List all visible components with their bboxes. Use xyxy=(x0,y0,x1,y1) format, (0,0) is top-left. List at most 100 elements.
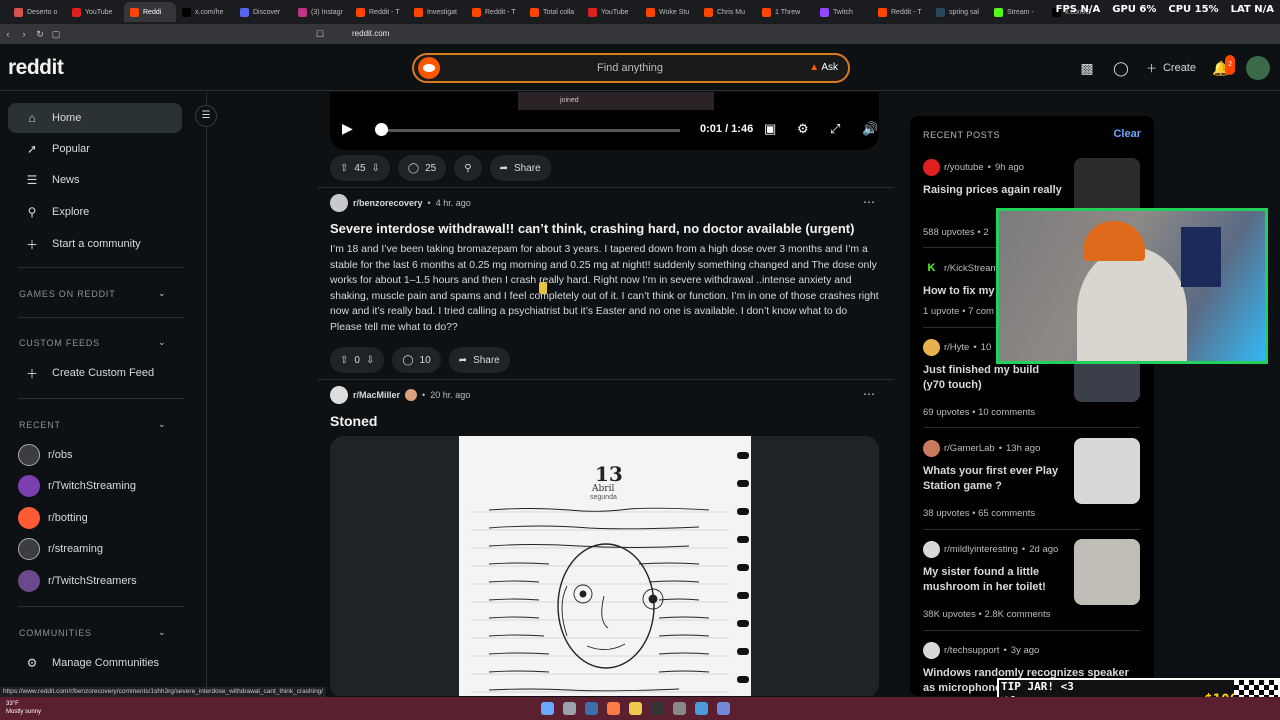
browser-tab[interactable]: Investigat xyxy=(408,2,466,22)
chevron-down-icon[interactable]: ⌄ xyxy=(158,288,166,299)
discord-icon[interactable] xyxy=(717,702,730,715)
upvote-icon[interactable]: ⇧ xyxy=(340,163,348,174)
chat-icon[interactable]: ◯ xyxy=(1112,59,1130,77)
recent-post-thumbnail[interactable] xyxy=(1074,438,1140,504)
recent-post-sub[interactable]: r/mildlyinteresting xyxy=(944,544,1018,555)
chevron-down-icon[interactable]: ⌄ xyxy=(158,419,166,430)
notification-icon[interactable]: 🔔 2 xyxy=(1212,55,1235,77)
browser-tab[interactable]: 1 Threw xyxy=(756,2,814,22)
post-macmiller[interactable]: r/MacMiller • 20 hr. ago ⋯ Stoned xyxy=(330,385,879,429)
recent-post-thumbnail[interactable] xyxy=(1074,539,1140,605)
recent-post-sub[interactable]: r/Hyte xyxy=(944,342,969,353)
browser-tab[interactable]: Total colla xyxy=(524,2,582,22)
downvote-icon[interactable]: ⇩ xyxy=(372,163,380,174)
obs-icon[interactable] xyxy=(651,702,664,715)
browser-tab[interactable]: Stream - xyxy=(988,2,1046,22)
sidebar-item-start-community[interactable]: ＋ Start a community xyxy=(8,229,182,259)
clear-button[interactable]: Clear xyxy=(1113,128,1141,140)
chevron-down-icon[interactable]: ⌄ xyxy=(158,337,166,348)
volume-icon[interactable]: 🔊 xyxy=(862,121,878,137)
recent-post-title[interactable]: Whats your first ever Play Station game … xyxy=(923,464,1063,494)
browser-tab[interactable]: x.com/he xyxy=(176,2,234,22)
app-icon[interactable] xyxy=(695,702,708,715)
post-benzorecovery[interactable]: r/benzorecovery • 4 hr. ago ⋯ Severe int… xyxy=(330,193,879,336)
ask-button[interactable]: ▲ Ask xyxy=(809,62,838,73)
video-player[interactable]: joined ▶ 0:01 / 1:46 ▣ ⚙ ⤢ 🔊 xyxy=(330,92,879,150)
browser-tab[interactable]: Discover xyxy=(234,2,292,22)
browser-tab[interactable]: Reddit - T xyxy=(466,2,524,22)
collapse-sidebar-icon[interactable]: ☰ xyxy=(195,105,217,127)
weather-widget[interactable]: 33°F Mostly sunny xyxy=(6,700,41,716)
play-icon[interactable]: ▶ xyxy=(342,120,353,137)
custom-feeds-heading[interactable]: CUSTOM FEEDS xyxy=(19,338,100,348)
url-field[interactable]: reddit.com xyxy=(352,29,389,38)
more-options-icon[interactable]: ⋯ xyxy=(863,195,875,209)
browser-tab[interactable]: Reddi xyxy=(124,2,176,22)
games-heading[interactable]: GAMES ON REDDIT xyxy=(19,289,116,299)
sidebar-toggle-icon[interactable]: ▢ xyxy=(48,29,64,40)
post-title[interactable]: Stoned xyxy=(330,413,879,429)
browser-tab[interactable]: YouTube xyxy=(66,2,124,22)
post-title[interactable]: Severe interdose withdrawal!! can’t thin… xyxy=(330,221,879,236)
browser-tab[interactable]: Twitch xyxy=(814,2,872,22)
browser-tab[interactable]: Woke Stu xyxy=(640,2,698,22)
recent-post-sub[interactable]: r/techsupport xyxy=(944,645,999,656)
comments-button[interactable]: ◯ 25 xyxy=(397,155,447,181)
video-progress-knob[interactable] xyxy=(375,123,388,136)
browser-tab[interactable]: Deserto o xyxy=(8,2,66,22)
manage-communities[interactable]: ⚙ Manage Communities xyxy=(8,648,182,678)
recent-post-title[interactable]: Just finished my build (y70 touch) xyxy=(923,363,1063,393)
sidebar-item-r-twitchstreamers[interactable]: r/TwitchStreamers xyxy=(8,566,182,596)
subreddit-name[interactable]: r/benzorecovery xyxy=(353,198,423,208)
ad-icon[interactable]: ▩ xyxy=(1078,59,1096,77)
search-icon[interactable] xyxy=(563,702,576,715)
browser-tab[interactable]: YouTube xyxy=(582,2,640,22)
captions-icon[interactable]: ▣ xyxy=(764,121,776,137)
downvote-icon[interactable]: ⇩ xyxy=(366,355,374,366)
subreddit-name[interactable]: r/MacMiller xyxy=(353,390,400,400)
recent-post-sub[interactable]: r/youtube xyxy=(944,162,984,173)
share-button[interactable]: ➦ Share xyxy=(489,155,551,181)
recent-post-title[interactable]: My sister found a little mushroom in her… xyxy=(923,565,1063,595)
recent-post-sub[interactable]: r/KickStream xyxy=(944,263,998,274)
video-progress-track[interactable] xyxy=(380,129,680,132)
forward-icon[interactable]: › xyxy=(16,29,32,39)
recent-heading[interactable]: RECENT xyxy=(19,420,61,430)
reddit-logo[interactable]: reddit xyxy=(8,56,64,80)
steam-icon[interactable] xyxy=(585,702,598,715)
browser-tab[interactable]: Chris Mu xyxy=(698,2,756,22)
sidebar-item-news[interactable]: ☰ News xyxy=(8,165,182,195)
reload-icon[interactable]: ↻ xyxy=(32,29,48,40)
settings-icon[interactable]: ⚙ xyxy=(797,121,809,137)
bookmark-icon[interactable]: ☐ xyxy=(312,29,328,40)
more-options-icon[interactable]: ⋯ xyxy=(863,387,875,401)
comments-button[interactable]: ◯ 10 xyxy=(392,347,441,373)
award-button[interactable]: ⚲ xyxy=(454,155,482,181)
sidebar-item-home[interactable]: ⌂ Home xyxy=(8,103,182,133)
search-bar[interactable]: Find anything ▲ Ask xyxy=(412,53,850,83)
chevron-down-icon[interactable]: ⌄ xyxy=(158,627,166,638)
back-icon[interactable]: ‹ xyxy=(0,29,16,39)
start-icon[interactable] xyxy=(541,702,554,715)
sidebar-item-popular[interactable]: ➚ Popular xyxy=(8,134,182,164)
recent-post-title[interactable]: Raising prices again really xyxy=(923,183,1063,198)
avatar[interactable] xyxy=(1246,56,1270,80)
create-custom-feed[interactable]: ＋ Create Custom Feed xyxy=(8,358,182,388)
create-button[interactable]: ＋ Create xyxy=(1146,60,1196,76)
sidebar-item-r-obs[interactable]: r/obs xyxy=(8,440,182,470)
sidebar-item-r-streaming[interactable]: r/streaming xyxy=(8,534,182,564)
browser-tab[interactable]: (3) Instagr xyxy=(292,2,350,22)
fullscreen-icon[interactable]: ⤢ xyxy=(830,121,840,137)
communities-heading[interactable]: COMMUNITIES xyxy=(19,628,92,638)
sidebar-item-r-twitchstreaming[interactable]: r/TwitchStreaming xyxy=(8,471,182,501)
sidebar-item-r-botting[interactable]: r/botting xyxy=(8,503,182,533)
recent-post-sub[interactable]: r/GamerLab xyxy=(944,443,995,454)
browser-tab[interactable]: Reddit - T xyxy=(350,2,408,22)
folder-icon[interactable] xyxy=(629,702,642,715)
post-body[interactable]: I’m 18 and I’ve been taking bromazepam f… xyxy=(330,242,879,336)
sidebar-item-explore[interactable]: ⚲ Explore xyxy=(8,197,182,227)
browser-tab[interactable]: spring sal xyxy=(930,2,988,22)
upvote-icon[interactable]: ⇧ xyxy=(340,355,348,366)
brave-icon[interactable] xyxy=(607,702,620,715)
settings-icon[interactable] xyxy=(673,702,686,715)
